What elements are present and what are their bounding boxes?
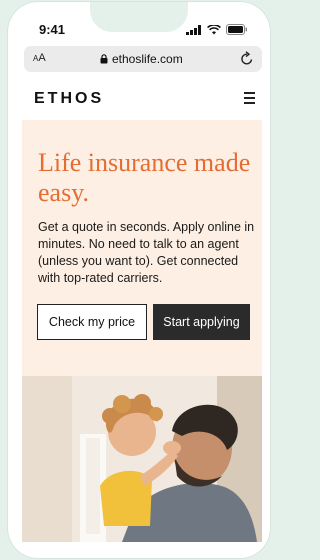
phone-frame: 9:41 AA ethoslife.com ETHOS Life insuran… xyxy=(8,2,270,558)
site-header: ETHOS xyxy=(22,78,262,120)
text-size-label: A xyxy=(38,52,46,64)
check-price-button[interactable]: Check my price xyxy=(37,304,147,340)
battery-icon xyxy=(226,24,247,35)
hero-description: Get a quote in seconds. Apply online in … xyxy=(38,220,255,285)
reload-icon[interactable] xyxy=(240,51,254,66)
url-display[interactable]: ethoslife.com xyxy=(100,52,183,66)
status-icons xyxy=(186,24,248,35)
ethos-logo[interactable]: ETHOS xyxy=(34,90,104,108)
browser-address-bar[interactable]: AA ethoslife.com xyxy=(24,46,262,72)
lock-icon xyxy=(100,54,108,64)
signal-icon xyxy=(186,24,201,35)
text-size-button[interactable]: AA xyxy=(33,52,46,64)
status-time: 9:41 xyxy=(39,22,66,37)
family-photo-illustration xyxy=(22,376,262,542)
hero-photo xyxy=(22,376,262,542)
hero-section: Life insurance made easy. Get a quote in… xyxy=(22,120,262,376)
hamburger-menu-icon[interactable] xyxy=(240,92,258,106)
wifi-icon xyxy=(207,24,221,34)
url-text: ethoslife.com xyxy=(112,52,183,66)
status-bar: 9:41 xyxy=(8,2,270,42)
hero-headline: Life insurance made easy. xyxy=(38,148,251,207)
start-applying-button[interactable]: Start applying xyxy=(153,304,250,340)
